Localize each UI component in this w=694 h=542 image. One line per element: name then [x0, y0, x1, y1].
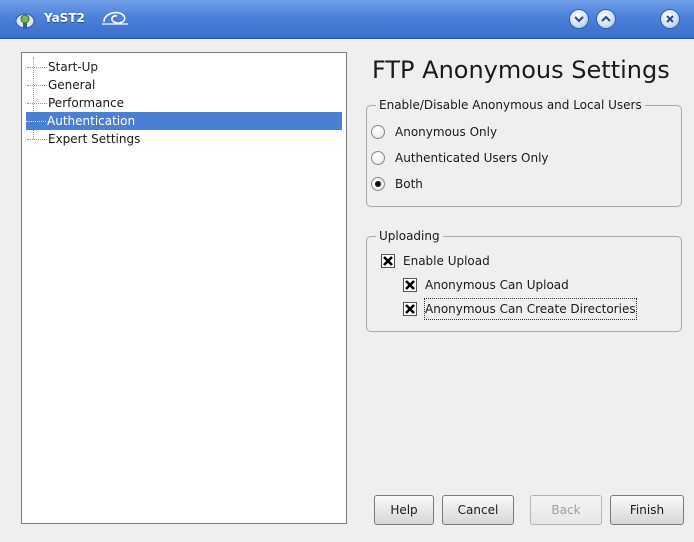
- checkmark-x-icon: [383, 256, 393, 266]
- tree-branch-line: [27, 67, 47, 68]
- tree-item-label: Performance: [48, 96, 125, 110]
- cancel-button[interactable]: Cancel: [442, 495, 514, 525]
- radio-label: Both: [395, 177, 423, 191]
- checkbox[interactable]: [403, 278, 417, 292]
- yast-window: YaST2 Start-Up General Performance Authe…: [0, 0, 694, 542]
- auth-users-group: Enable/Disable Anonymous and Local Users…: [366, 97, 682, 207]
- radio-label: Authenticated Users Only: [395, 151, 549, 165]
- tree-branch-line: [27, 85, 47, 86]
- back-button[interactable]: Back: [530, 495, 602, 525]
- tree-item-authentication[interactable]: Authentication: [26, 112, 342, 130]
- tree-branch-line: [27, 103, 47, 104]
- auth-users-legend: Enable/Disable Anonymous and Local Users: [376, 97, 645, 113]
- tree-item-label: Authentication: [47, 114, 136, 128]
- tree-item-label: General: [48, 78, 96, 92]
- maximize-button[interactable]: [596, 9, 616, 29]
- tree-branch-line: [26, 121, 46, 122]
- uploading-legend: Uploading: [376, 228, 443, 244]
- checkbox-label: Anonymous Can Upload: [425, 278, 569, 292]
- tree-item-start-up[interactable]: Start-Up: [27, 58, 98, 76]
- title-bar[interactable]: YaST2: [0, 0, 694, 39]
- tree-item-expert-settings[interactable]: Expert Settings: [27, 130, 140, 148]
- page-title: FTP Anonymous Settings: [372, 56, 670, 84]
- checkbox-label: Anonymous Can Create Directories: [424, 298, 637, 320]
- yast-app-icon: [15, 13, 35, 29]
- radio-button[interactable]: [371, 151, 385, 165]
- radio-button[interactable]: [371, 125, 385, 139]
- checkbox-label: Enable Upload: [403, 254, 490, 268]
- tree-item-label: Expert Settings: [48, 132, 141, 146]
- minimize-button[interactable]: [569, 9, 589, 29]
- close-icon: [666, 15, 674, 23]
- checkbox[interactable]: [403, 302, 417, 316]
- window-title: YaST2: [44, 11, 85, 25]
- tree-item-general[interactable]: General: [27, 76, 95, 94]
- chevron-down-icon: [574, 16, 584, 23]
- checkbox[interactable]: [381, 254, 395, 268]
- tree-item-label: Start-Up: [48, 60, 99, 74]
- chevron-up-icon: [601, 15, 611, 22]
- tree-item-performance[interactable]: Performance: [27, 94, 124, 112]
- close-button[interactable]: [660, 9, 680, 29]
- help-button[interactable]: Help: [374, 495, 434, 525]
- uploading-group: Uploading Enable Upload Anonymous Can Up…: [366, 228, 682, 332]
- finish-button[interactable]: Finish: [610, 495, 684, 525]
- radio-button[interactable]: [371, 177, 385, 191]
- checkmark-x-icon: [405, 280, 415, 290]
- tree-branch-line: [27, 139, 47, 140]
- radio-label: Anonymous Only: [395, 125, 498, 139]
- gecko-logo-icon: [102, 11, 128, 25]
- navigation-tree[interactable]: Start-Up General Performance Authenticat…: [21, 52, 347, 524]
- checkmark-x-icon: [405, 304, 415, 314]
